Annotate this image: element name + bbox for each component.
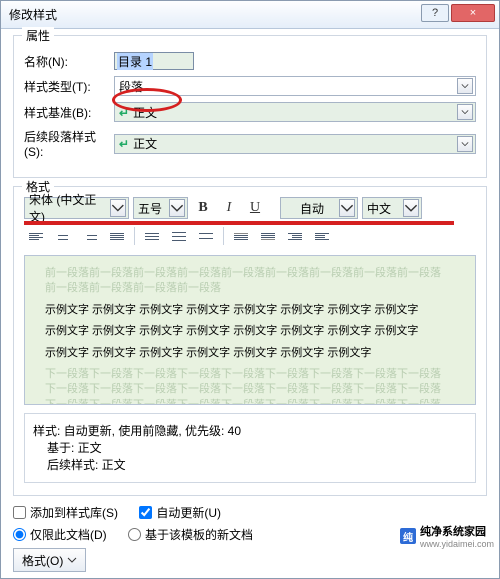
desc-line: 后续样式: 正文 xyxy=(33,456,467,473)
next-style-label: 后续段落样式(S): xyxy=(24,128,114,159)
watermark-logo-icon: 纯 xyxy=(400,528,416,544)
auto-update-label: 自动更新(U) xyxy=(156,504,221,521)
indent-inc-button[interactable] xyxy=(310,225,334,247)
properties-group: 属性 名称(N): 目录 1 样式类型(T): 段落 样式基准(B): ↵正文 xyxy=(13,35,487,178)
preview-next-line: 下一段落下一段落下一段落下一段落下一段落下一段落下一段落下一段落下一段落 xyxy=(45,367,455,382)
preview-sample-line: 示例文字 示例文字 示例文字 示例文字 示例文字 示例文字 示例文字 示例文字 xyxy=(45,303,455,318)
chevron-down-icon xyxy=(67,555,77,565)
window-title: 修改样式 xyxy=(9,6,57,23)
watermark: 纯 纯净系统家园 www.yidaimei.com xyxy=(400,523,494,549)
line-spacing-1_5-button[interactable] xyxy=(167,225,191,247)
preview-sample-line: 示例文字 示例文字 示例文字 示例文字 示例文字 示例文字 示例文字 xyxy=(45,346,455,361)
chevron-down-icon xyxy=(339,199,355,217)
check-icon: ↵ xyxy=(119,106,129,120)
next-style-value: ↵正文 xyxy=(119,135,157,152)
close-button[interactable]: × xyxy=(451,4,495,22)
chevron-down-icon xyxy=(457,136,473,152)
style-type-label: 样式类型(T): xyxy=(24,78,114,95)
underline-button[interactable]: U xyxy=(244,197,266,219)
check-icon: ↵ xyxy=(119,137,129,151)
line-spacing-2-button[interactable] xyxy=(194,225,218,247)
chevron-down-icon xyxy=(169,199,185,217)
separator xyxy=(134,227,135,245)
only-this-doc-label: 仅限此文档(D) xyxy=(30,526,107,543)
preview-prev-line: 前一段落前一段落前一段落前一段落前一段落前一段落前一段落前一段落前一段落 xyxy=(45,266,455,281)
preview-box: 前一段落前一段落前一段落前一段落前一段落前一段落前一段落前一段落前一段落 前一段… xyxy=(24,255,476,405)
align-center-button[interactable] xyxy=(51,225,75,247)
italic-button[interactable]: I xyxy=(218,197,240,219)
font-color-select[interactable]: 自动 xyxy=(280,197,358,219)
name-label: 名称(N): xyxy=(24,53,114,70)
based-on-template-radio[interactable]: 基于该模板的新文档 xyxy=(128,526,253,543)
based-on-template-label: 基于该模板的新文档 xyxy=(145,526,253,543)
next-style-select[interactable]: ↵正文 xyxy=(114,134,476,154)
add-to-gallery-label: 添加到样式库(S) xyxy=(30,504,118,521)
font-family-select[interactable]: 宋体 (中文正文) xyxy=(24,197,129,219)
paragraph-toolbar xyxy=(24,225,476,247)
format-dropdown-button[interactable]: 格式(O) xyxy=(13,548,86,572)
font-size-value: 五号 xyxy=(138,200,162,217)
preview-next-line: 下一段落下一段落下一段落下一段落下一段落下一段落下一段落下一段落下一段落 xyxy=(45,382,455,397)
chevron-down-icon xyxy=(457,78,473,94)
style-base-select[interactable]: ↵正文 xyxy=(114,102,476,122)
font-family-value: 宋体 (中文正文) xyxy=(29,191,110,225)
align-left-button[interactable] xyxy=(24,225,48,247)
align-justify-button[interactable] xyxy=(105,225,129,247)
lang-select[interactable]: 中文 xyxy=(362,197,422,219)
style-type-value: 段落 xyxy=(119,78,143,95)
format-group: 格式 宋体 (中文正文) 五号 B I U 自动 xyxy=(13,186,487,496)
chevron-down-icon xyxy=(403,199,419,217)
style-name-input[interactable]: 目录 1 xyxy=(114,52,194,70)
style-base-value: ↵正文 xyxy=(119,104,157,121)
space-before-inc-button[interactable] xyxy=(229,225,253,247)
space-before-dec-button[interactable] xyxy=(256,225,280,247)
font-color-value: 自动 xyxy=(285,200,339,217)
chevron-down-icon xyxy=(457,104,473,120)
annotation-underline xyxy=(24,221,454,225)
font-toolbar: 宋体 (中文正文) 五号 B I U 自动 中文 xyxy=(24,197,476,219)
preview-next-line: 下一段落下一段落下一段落下一段落下一段落下一段落下一段落下一段落下一段落 xyxy=(45,398,455,405)
format-btn-label: 格式(O) xyxy=(22,552,63,569)
titlebar[interactable]: 修改样式 ? × xyxy=(1,1,499,29)
style-name-value: 目录 1 xyxy=(117,53,153,70)
indent-dec-button[interactable] xyxy=(283,225,307,247)
style-type-select[interactable]: 段落 xyxy=(114,76,476,96)
desc-line: 基于: 正文 xyxy=(33,439,467,456)
help-button[interactable]: ? xyxy=(421,4,449,22)
bold-button[interactable]: B xyxy=(192,197,214,219)
properties-legend: 属性 xyxy=(22,27,54,44)
add-to-gallery-checkbox[interactable]: 添加到样式库(S) xyxy=(13,504,118,521)
separator xyxy=(223,227,224,245)
style-description: 样式: 自动更新, 使用前隐藏, 优先级: 40 基于: 正文 后续样式: 正文 xyxy=(24,413,476,483)
lang-value: 中文 xyxy=(367,200,391,217)
watermark-url: www.yidaimei.com xyxy=(420,539,494,549)
watermark-text: 纯净系统家园 xyxy=(420,523,494,539)
align-right-button[interactable] xyxy=(78,225,102,247)
desc-line: 样式: 自动更新, 使用前隐藏, 优先级: 40 xyxy=(33,422,467,439)
style-base-label: 样式基准(B): xyxy=(24,104,114,121)
preview-sample-line: 示例文字 示例文字 示例文字 示例文字 示例文字 示例文字 示例文字 示例文字 xyxy=(45,324,455,339)
only-this-doc-radio[interactable]: 仅限此文档(D) xyxy=(13,526,107,543)
line-spacing-1-button[interactable] xyxy=(140,225,164,247)
preview-prev-line: 前一段落前一段落前一段落前一段落 xyxy=(45,281,455,296)
font-size-select[interactable]: 五号 xyxy=(133,197,188,219)
auto-update-checkbox[interactable]: 自动更新(U) xyxy=(139,504,221,521)
modify-style-dialog: 修改样式 ? × 属性 名称(N): 目录 1 样式类型(T): 段落 xyxy=(0,0,500,579)
chevron-down-icon xyxy=(110,199,126,217)
